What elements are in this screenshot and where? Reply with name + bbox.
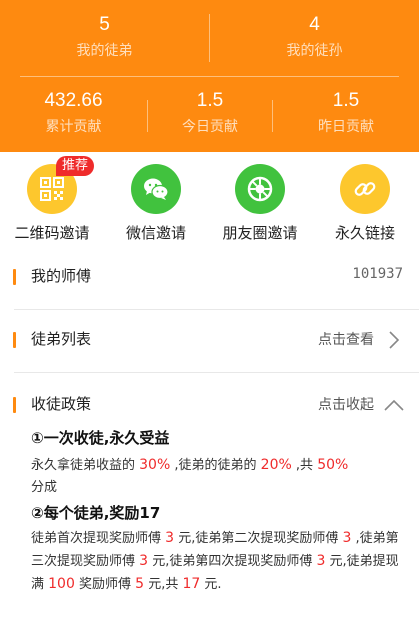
invite-label: 朋友圈邀请	[222, 224, 298, 242]
invite-label: 微信邀请	[125, 224, 186, 242]
stat-total-contribution: 432.66 累计贡献	[0, 90, 147, 136]
apprentice-list-title: 徒弟列表	[31, 330, 92, 348]
stat-label: 今日贡献	[182, 119, 238, 135]
policy-row[interactable]: 收徒政策 点击收起	[0, 386, 419, 424]
divider	[14, 309, 419, 310]
section-marker	[13, 397, 16, 413]
stat-label: 我的徒弟	[76, 43, 133, 59]
chevron-up-icon[interactable]	[383, 398, 405, 412]
stat-value: 432.66	[44, 90, 103, 111]
section-marker	[13, 332, 16, 348]
stat-yesterday-contribution: 1.5 昨日贡献	[273, 90, 419, 136]
policy-title: 收徒政策	[31, 395, 92, 413]
link-icon	[340, 164, 390, 214]
stats-header: 5 我的徒弟 4 我的徒孙 432.66 累计贡献 1.5 今日贡献 1.5 昨…	[0, 0, 419, 152]
invite-moments[interactable]: 朋友圈邀请	[208, 164, 312, 244]
apprentice-list-row[interactable]: 徒弟列表 点击查看	[0, 320, 419, 360]
invite-label: 二维码邀请	[14, 224, 90, 242]
stat-grand-apprentices[interactable]: 4 我的徒孙	[210, 14, 419, 60]
policy-content: ①一次收徒,永久受益 永久拿徒弟收益的 30% ,徒弟的徒弟的 20% ,共 5…	[31, 426, 401, 596]
view-action[interactable]: 点击查看	[318, 329, 374, 349]
master-code: 101937	[352, 266, 403, 282]
invite-link[interactable]: 永久链接	[313, 164, 417, 244]
section-marker	[13, 269, 16, 285]
invite-qrcode[interactable]: 推荐 二维码邀请	[0, 156, 104, 244]
stat-label: 我的徒孙	[286, 43, 343, 59]
divider	[14, 372, 419, 373]
policy-paragraph-2: 徒弟首次提现奖励师傅 3 元,徒弟第二次提现奖励师傅 3 ,徒弟第三次提现奖励师…	[31, 530, 399, 592]
my-master-row: 我的师傅 101937	[0, 258, 419, 296]
stat-value: 4	[309, 14, 320, 35]
invite-wechat[interactable]: 微信邀请	[104, 164, 208, 244]
invite-options: 推荐 二维码邀请 微信邀请 朋友圈邀请 永久链接	[0, 152, 419, 252]
wechat-icon	[131, 164, 181, 214]
stat-value: 1.5	[196, 90, 224, 111]
policy-heading-1: ①一次收徒,永久受益	[31, 429, 170, 447]
my-master-title: 我的师傅	[31, 267, 92, 285]
policy-heading-2: ②每个徒弟,奖励17	[31, 504, 161, 522]
collapse-action[interactable]: 点击收起	[318, 394, 374, 414]
stat-label: 累计贡献	[45, 119, 102, 135]
moments-icon	[235, 164, 285, 214]
stat-value: 5	[99, 14, 110, 35]
stat-today-contribution: 1.5 今日贡献	[148, 90, 272, 136]
stat-label: 昨日贡献	[318, 119, 374, 135]
stat-value: 1.5	[332, 90, 360, 111]
policy-paragraph-1: 永久拿徒弟收益的 30% ,徒弟的徒弟的 20% ,共 50% 分成	[31, 457, 349, 495]
chevron-right-icon[interactable]	[387, 330, 401, 350]
recommend-badge: 推荐	[56, 156, 95, 176]
stat-apprentices[interactable]: 5 我的徒弟	[0, 14, 209, 60]
divider	[20, 76, 399, 77]
invite-label: 永久链接	[334, 224, 395, 242]
